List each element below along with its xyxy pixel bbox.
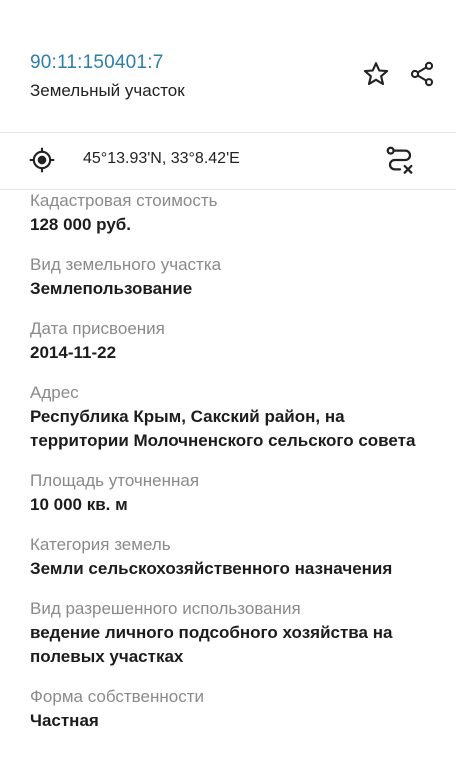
field-value: 10 000 кв. м bbox=[30, 495, 128, 514]
field-value: Республика Крым, Сакский район, на терри… bbox=[30, 407, 416, 450]
field-value: Частная bbox=[30, 711, 99, 730]
field-label: Площадь уточненная bbox=[30, 471, 200, 490]
field-value: 2014-11-22 bbox=[30, 343, 117, 362]
field-address: Адрес Республика Крым, Сакский район, на… bbox=[30, 382, 440, 453]
field-assignment-date: Дата присвоения 2014-11-22 bbox=[30, 318, 440, 365]
property-details: Кадастровая стоимость 128 000 руб. Вид з… bbox=[30, 190, 440, 750]
field-label: Форма собственности bbox=[30, 687, 204, 706]
object-type: Земельный участок bbox=[30, 81, 185, 100]
field-label: Вид разрешенного использования bbox=[30, 599, 301, 618]
field-label: Кадастровая стоимость bbox=[30, 191, 218, 210]
field-label: Дата присвоения bbox=[30, 319, 165, 338]
share-icon[interactable] bbox=[407, 59, 437, 89]
field-ownership: Форма собственности Частная bbox=[30, 686, 440, 733]
field-label: Категория земель bbox=[30, 535, 171, 554]
coordinates-text[interactable]: 45°13.93'N, 33°8.42'E bbox=[83, 150, 240, 168]
field-land-type: Вид земельного участка Землепользование bbox=[30, 254, 440, 301]
field-cadastral-value: Кадастровая стоимость 128 000 руб. bbox=[30, 190, 440, 237]
field-label: Адрес bbox=[30, 383, 79, 402]
field-land-category: Категория земель Земли сельскохозяйствен… bbox=[30, 534, 440, 581]
field-area: Площадь уточненная 10 000 кв. м bbox=[30, 470, 440, 517]
star-icon[interactable] bbox=[361, 59, 391, 89]
field-permitted-use: Вид разрешенного использования ведение л… bbox=[30, 598, 440, 669]
cadastral-number[interactable]: 90:11:150401:7 bbox=[30, 52, 163, 74]
field-value: 128 000 руб. bbox=[30, 215, 132, 234]
coordinates-bar: 45°13.93'N, 33°8.42'E bbox=[0, 133, 456, 189]
field-value: Землепользование bbox=[30, 279, 193, 298]
field-value: Земли сельскохозяйственного назначения bbox=[30, 559, 393, 578]
field-label: Вид земельного участка bbox=[30, 255, 222, 274]
object-header: 90:11:150401:7 Земельный участок bbox=[0, 0, 456, 132]
field-value: ведение личного подсобного хозяйства на … bbox=[30, 623, 393, 666]
route-clear-icon[interactable] bbox=[384, 144, 416, 176]
screen: 90:11:150401:7 Земельный участок 45°13.9… bbox=[0, 0, 456, 767]
target-icon[interactable] bbox=[28, 146, 56, 174]
